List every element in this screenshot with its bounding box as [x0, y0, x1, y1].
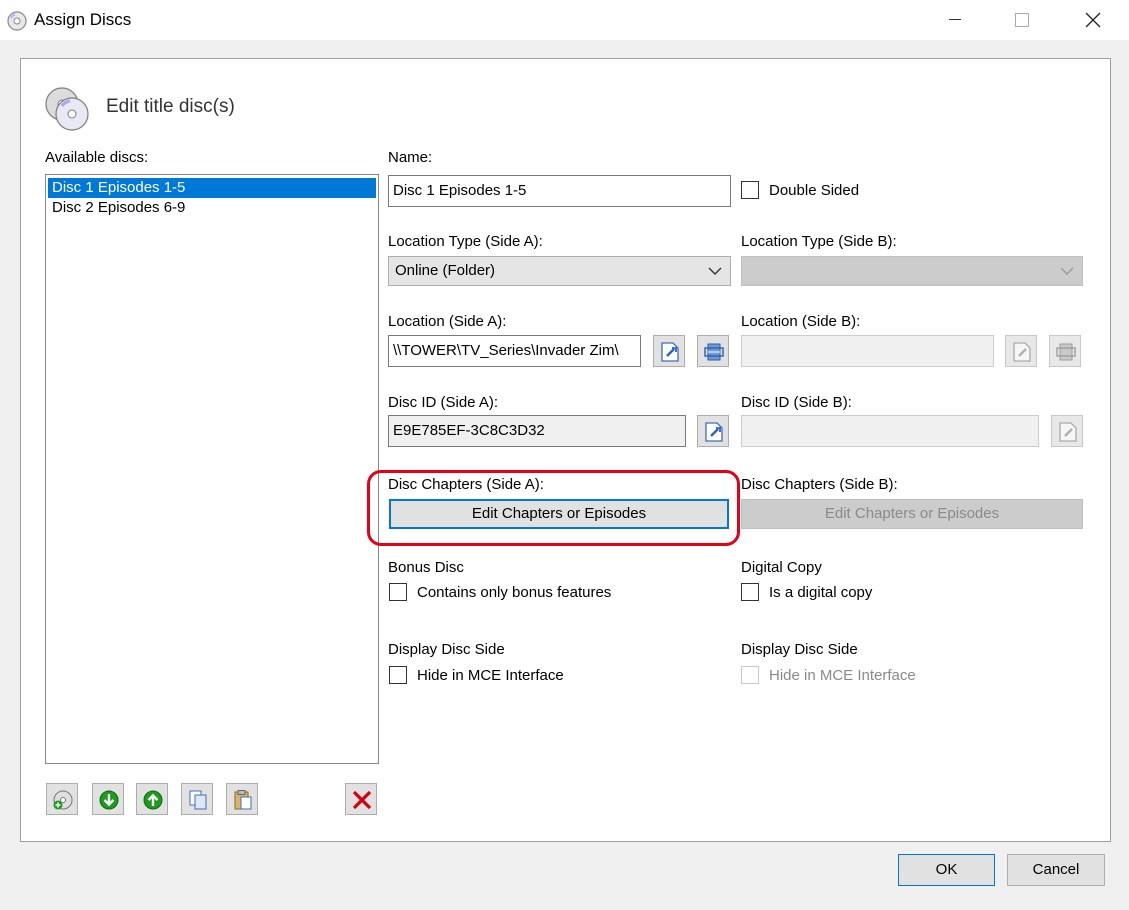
ok-button[interactable]: OK [898, 854, 995, 886]
hide-mce-a-label: Hide in MCE Interface [417, 667, 564, 684]
digital-copy-checkbox[interactable] [741, 583, 759, 601]
available-discs-label: Available discs: [45, 149, 149, 166]
move-down-button[interactable] [92, 783, 124, 815]
browse-location-b-button[interactable] [1005, 335, 1037, 367]
edit-disc-id-a-button[interactable] [697, 415, 729, 447]
film-icon [704, 343, 724, 361]
disc-id-a-label: Disc ID (Side A): [388, 394, 499, 411]
move-up-button[interactable] [136, 783, 168, 815]
digital-copy-checkbox-label: Is a digital copy [769, 584, 873, 601]
bonus-checkbox[interactable] [389, 583, 407, 601]
paste-button[interactable] [226, 783, 258, 815]
hide-mce-b-label: Hide in MCE Interface [769, 667, 916, 684]
dialog-heading: Edit title disc(s) [106, 96, 235, 117]
chevron-down-icon [708, 267, 722, 275]
disc-id-a-input[interactable]: E9E785EF-3C8C3D32 [388, 415, 686, 447]
display-side-a-label: Display Disc Side [388, 641, 505, 658]
window-title: Assign Discs [34, 10, 132, 29]
location-b-input[interactable] [741, 335, 994, 367]
maximize-button[interactable] [999, 0, 1045, 40]
add-disc-icon [53, 790, 73, 810]
hide-mce-b-checkbox[interactable] [741, 666, 759, 684]
edit-disc-id-b-button[interactable] [1051, 415, 1083, 447]
copy-icon [189, 790, 207, 810]
film-icon [1056, 343, 1076, 361]
delete-icon [352, 790, 372, 810]
location-type-b-select[interactable] [741, 256, 1083, 286]
close-icon [1085, 12, 1101, 28]
list-item-disc-2[interactable]: Disc 2 Episodes 6-9 [48, 198, 376, 218]
edit-document-icon [705, 422, 723, 442]
bonus-disc-label: Bonus Disc [388, 559, 464, 576]
edit-document-icon [1013, 342, 1031, 362]
cancel-button[interactable]: Cancel [1007, 854, 1105, 886]
location-type-a-select[interactable]: Online (Folder) [388, 256, 731, 286]
discs-icon [45, 87, 89, 131]
available-discs-list[interactable]: Disc 1 Episodes 1-5 Disc 2 Episodes 6-9 [45, 174, 379, 764]
bonus-checkbox-label: Contains only bonus features [417, 584, 612, 601]
name-label: Name: [388, 149, 433, 166]
location-type-a-value: Online (Folder) [395, 262, 496, 279]
disc-id-b-input[interactable] [741, 415, 1039, 447]
display-side-b-label: Display Disc Side [741, 641, 858, 658]
add-disc-button[interactable] [46, 783, 78, 815]
name-input[interactable]: Disc 1 Episodes 1-5 [388, 175, 731, 207]
title-bar: Assign Discs [0, 0, 1129, 40]
chevron-down-icon [1060, 267, 1074, 275]
location-type-a-label: Location Type (Side A): [388, 233, 543, 250]
location-b-label: Location (Side B): [741, 313, 861, 330]
edit-document-icon [1059, 422, 1077, 442]
location-a-input[interactable]: \\TOWER\TV_Series\Invader Zim\ [388, 335, 641, 367]
edit-chapters-b-button[interactable]: Edit Chapters or Episodes [741, 499, 1083, 529]
browse-location-a-button[interactable] [653, 335, 685, 367]
paste-icon [234, 790, 252, 810]
copy-button[interactable] [181, 783, 213, 815]
digital-copy-label: Digital Copy [741, 559, 822, 576]
minimize-button[interactable] [932, 0, 978, 40]
list-item-disc-1[interactable]: Disc 1 Episodes 1-5 [48, 178, 376, 198]
location-a-label: Location (Side A): [388, 313, 507, 330]
hide-mce-a-checkbox[interactable] [389, 666, 407, 684]
delete-disc-button[interactable] [345, 783, 377, 815]
double-sided-label: Double Sided [769, 182, 860, 199]
edit-document-icon [661, 342, 679, 362]
chapters-b-label: Disc Chapters (Side B): [741, 476, 898, 493]
highlight-ring [367, 470, 740, 546]
scan-location-b-button[interactable] [1049, 335, 1081, 367]
disc-app-icon [7, 11, 27, 31]
arrow-down-icon [99, 790, 119, 810]
double-sided-checkbox[interactable] [741, 181, 759, 199]
arrow-up-icon [143, 790, 163, 810]
location-type-b-label: Location Type (Side B): [741, 233, 897, 250]
disc-id-b-label: Disc ID (Side B): [741, 394, 852, 411]
close-button[interactable] [1070, 0, 1116, 40]
scan-location-a-button[interactable] [697, 335, 729, 367]
